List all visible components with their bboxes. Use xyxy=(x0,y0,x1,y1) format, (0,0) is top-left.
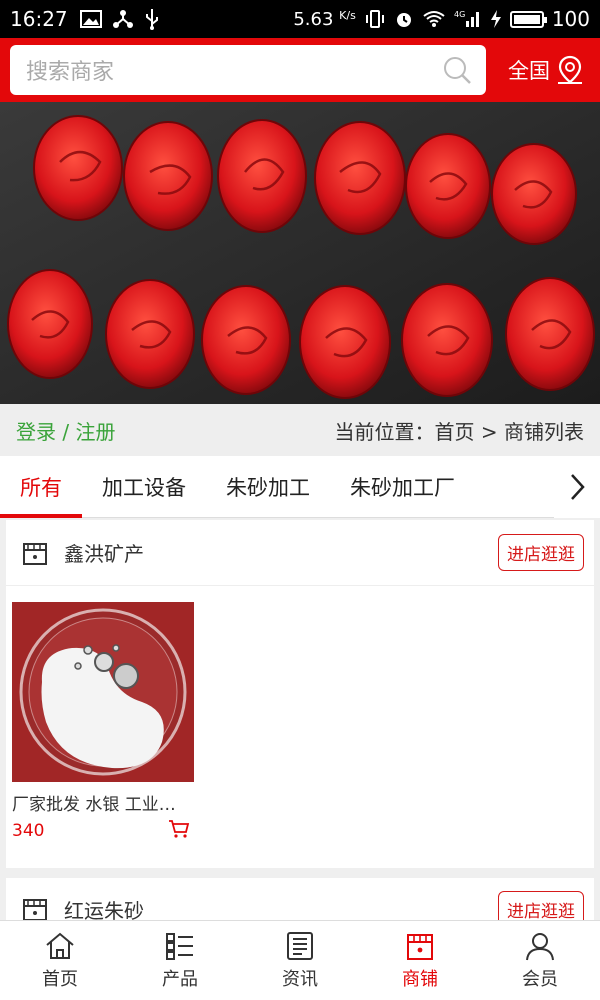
bottom-nav: 首页 产品 资讯 商铺 会员 xyxy=(0,920,600,1000)
user-icon[interactable] xyxy=(524,931,556,961)
wifi-icon xyxy=(423,11,445,27)
charging-icon xyxy=(490,10,501,28)
nav-stores[interactable]: 商铺 xyxy=(360,921,480,1000)
shop-card: 红运朱砂 进店逛逛 xyxy=(6,878,594,920)
store-icon xyxy=(23,899,47,920)
tab-all[interactable]: 所有 xyxy=(0,456,82,518)
nav-home[interactable]: 首页 xyxy=(0,921,120,1000)
region-label[interactable]: 全国 xyxy=(508,55,550,85)
cart-icon[interactable] xyxy=(168,819,190,839)
network-speed: 5.63 xyxy=(293,8,334,30)
usb-icon xyxy=(145,9,158,30)
status-time: 16:27 xyxy=(10,7,68,31)
battery-fill xyxy=(513,14,540,24)
category-tabs: 所有 加工设备 朱砂加工 朱砂加工厂 xyxy=(0,455,600,518)
shop-header: 红运朱砂 进店逛逛 xyxy=(6,878,594,920)
breadcrumb: 当前位置：首页 > 商铺列表 xyxy=(334,419,584,444)
shop-name[interactable]: 红运朱砂 xyxy=(64,895,144,921)
vibrate-icon xyxy=(365,10,384,28)
product-image[interactable] xyxy=(12,602,194,782)
tab-cinnabar-processing[interactable]: 朱砂加工 xyxy=(206,456,330,518)
home-icon[interactable] xyxy=(44,931,76,961)
search-placeholder[interactable]: 搜索商家 xyxy=(26,54,442,86)
search-icon[interactable] xyxy=(442,55,472,85)
network-speed-unit: K/s xyxy=(339,8,356,22)
nav-label[interactable]: 资讯 xyxy=(282,965,318,991)
shop-header: 鑫洪矿产 进店逛逛 xyxy=(6,520,594,586)
image-icon xyxy=(79,10,102,28)
nav-news[interactable]: 资讯 xyxy=(240,921,360,1000)
region-selector[interactable]: 全国 xyxy=(508,55,590,85)
banner-pendants-graphic xyxy=(0,102,600,404)
nav-member[interactable]: 会员 xyxy=(480,921,600,1000)
nav-label[interactable]: 会员 xyxy=(522,965,558,991)
shop-name[interactable]: 鑫洪矿产 xyxy=(64,538,144,567)
breadcrumb-bar: 登录 / 注册 当前位置：首页 > 商铺列表 xyxy=(0,404,600,456)
shop-card: 鑫洪矿产 进店逛逛 厂家批发 水银 工业… 340 xyxy=(6,520,594,868)
grid-list-icon[interactable] xyxy=(164,931,196,961)
location-pin-icon[interactable] xyxy=(556,55,584,85)
visit-shop-button[interactable]: 进店逛逛 xyxy=(498,534,584,571)
store-icon xyxy=(23,542,47,565)
alarm-icon xyxy=(396,13,411,27)
visit-shop-button[interactable]: 进店逛逛 xyxy=(498,890,584,920)
tab-processing-equipment[interactable]: 加工设备 xyxy=(82,456,206,518)
nav-label[interactable]: 商铺 xyxy=(402,965,438,991)
product-price: 340 xyxy=(12,821,45,841)
battery-level: 100 xyxy=(551,7,590,31)
chevron-right-icon[interactable] xyxy=(567,472,587,502)
tab-cinnabar-factory[interactable]: 朱砂加工厂 xyxy=(330,456,475,518)
signal-label: 4G xyxy=(454,10,465,19)
nav-label[interactable]: 首页 xyxy=(42,965,78,991)
nav-label[interactable]: 产品 xyxy=(162,965,198,991)
news-icon[interactable] xyxy=(284,931,316,961)
tabs-more-button[interactable] xyxy=(554,455,600,518)
banner-image[interactable] xyxy=(0,102,600,404)
mercury-dish-graphic xyxy=(12,602,194,782)
login-register-link[interactable]: 登录 / 注册 xyxy=(16,416,115,445)
search-box[interactable]: 搜索商家 xyxy=(10,45,486,95)
share-icon xyxy=(112,10,133,28)
product-name[interactable]: 厂家批发 水银 工业… xyxy=(12,790,194,815)
signal-icon: 4G xyxy=(454,10,479,27)
product-item[interactable]: 厂家批发 水银 工业… 340 xyxy=(12,602,194,841)
store-icon[interactable] xyxy=(404,931,436,961)
nav-products[interactable]: 产品 xyxy=(120,921,240,1000)
top-header: 搜索商家 全国 xyxy=(0,38,600,102)
battery-icon xyxy=(509,10,547,28)
status-bar: 16:27 5.63 K/s 4G 100 xyxy=(0,0,600,38)
